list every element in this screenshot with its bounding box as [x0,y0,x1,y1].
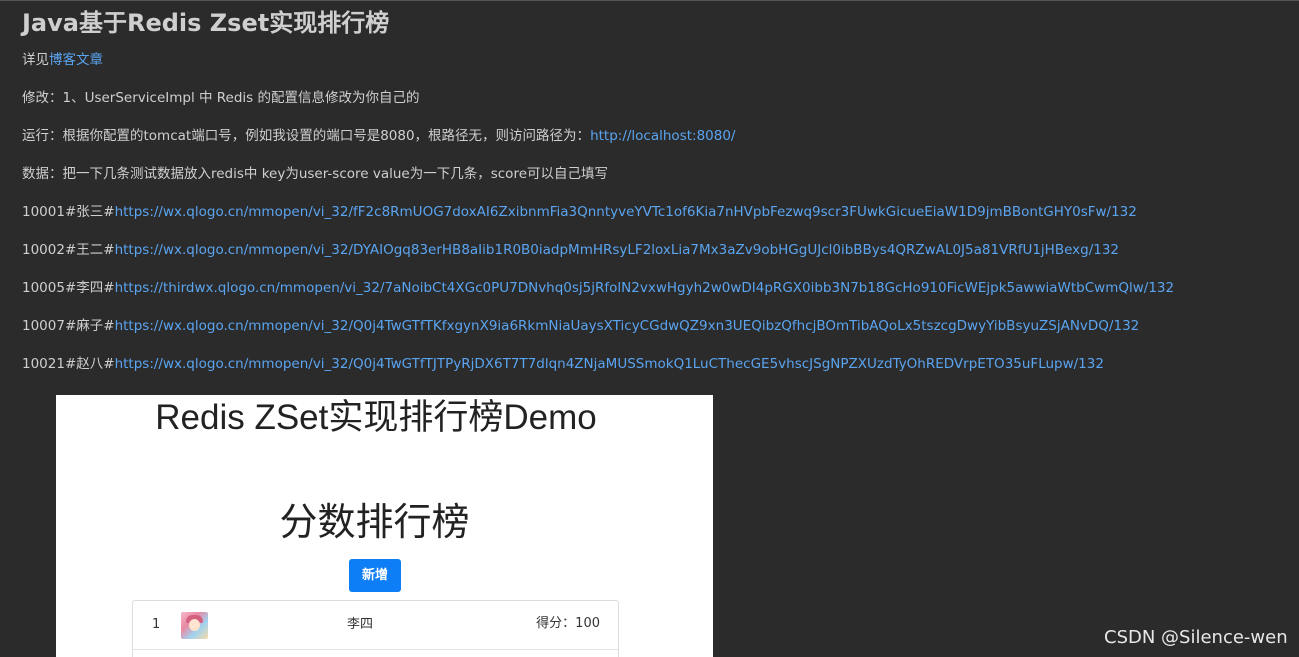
record-prefix: 10005#李四# [22,280,115,296]
record-url-link[interactable]: https://wx.qlogo.cn/mmopen/vi_32/fF2c8Rm… [115,204,1137,220]
localhost-link[interactable]: http://localhost:8080/ [590,128,735,144]
record-line: 10021#赵八#https://wx.qlogo.cn/mmopen/vi_3… [22,354,1282,392]
record-url-link[interactable]: https://wx.qlogo.cn/mmopen/vi_32/Q0j4TwG… [115,318,1140,334]
user-score: 得分：100 [536,615,600,633]
demo-screenshot: Redis ZSet实现排行榜Demo 分数排行榜 新增 1 李四 得分：100 [56,395,713,657]
record-line: 10002#王二#https://wx.qlogo.cn/mmopen/vi_3… [22,240,1282,278]
record-prefix: 10021#赵八# [22,356,115,372]
csdn-watermark: CSDN @Silence-wen [1104,627,1288,648]
record-url-link[interactable]: https://thirdwx.qlogo.cn/mmopen/vi_32/7a… [115,280,1175,296]
see-blog-line: 详见博客文章 [22,50,1282,88]
readme-title: Java基于Redis Zset实现排行榜 [22,9,390,37]
record-line: 10005#李四#https://thirdwx.qlogo.cn/mmopen… [22,278,1282,316]
record-prefix: 10007#麻子# [22,318,115,334]
score-label: 得分： [536,616,576,631]
record-line: 10007#麻子#https://wx.qlogo.cn/mmopen/vi_3… [22,316,1282,354]
avatar [181,612,208,639]
score-value: 100 [575,616,600,631]
record-line: 10001#张三#https://wx.qlogo.cn/mmopen/vi_3… [22,202,1282,240]
run-line: 运行：根据你配置的tomcat端口号，例如我设置的端口号是8080，根路径无，则… [22,126,1282,164]
see-prefix: 详见 [22,52,49,68]
leaderboard-row: 1 李四 得分：100 [133,601,618,650]
leaderboard-list: 1 李四 得分：100 [132,600,619,657]
record-url-link[interactable]: https://wx.qlogo.cn/mmopen/vi_32/DYAIOgq… [115,242,1119,258]
record-prefix: 10001#张三# [22,204,115,220]
user-name: 李四 [347,617,374,632]
blog-link[interactable]: 博客文章 [49,52,103,68]
data-desc-line: 数据：把一下几条测试数据放入redis中 key为user-score valu… [22,166,609,182]
demo-title: Redis ZSet实现排行榜Demo [155,398,597,437]
modify-line: 修改：1、UserServiceImpl 中 Redis 的配置信息修改为你自己… [22,90,420,106]
rank-number: 1 [152,617,161,632]
add-button[interactable]: 新增 [349,559,401,592]
leaderboard-title: 分数排行榜 [279,502,470,544]
record-url-link[interactable]: https://wx.qlogo.cn/mmopen/vi_32/Q0j4TwG… [115,356,1104,372]
readme-content: Java基于Redis Zset实现排行榜 详见博客文章 修改：1、UserSe… [22,6,1282,392]
run-prefix: 运行：根据你配置的tomcat端口号，例如我设置的端口号是8080，根路径无，则… [22,128,591,144]
top-border [0,0,1299,1]
record-prefix: 10002#王二# [22,242,115,258]
